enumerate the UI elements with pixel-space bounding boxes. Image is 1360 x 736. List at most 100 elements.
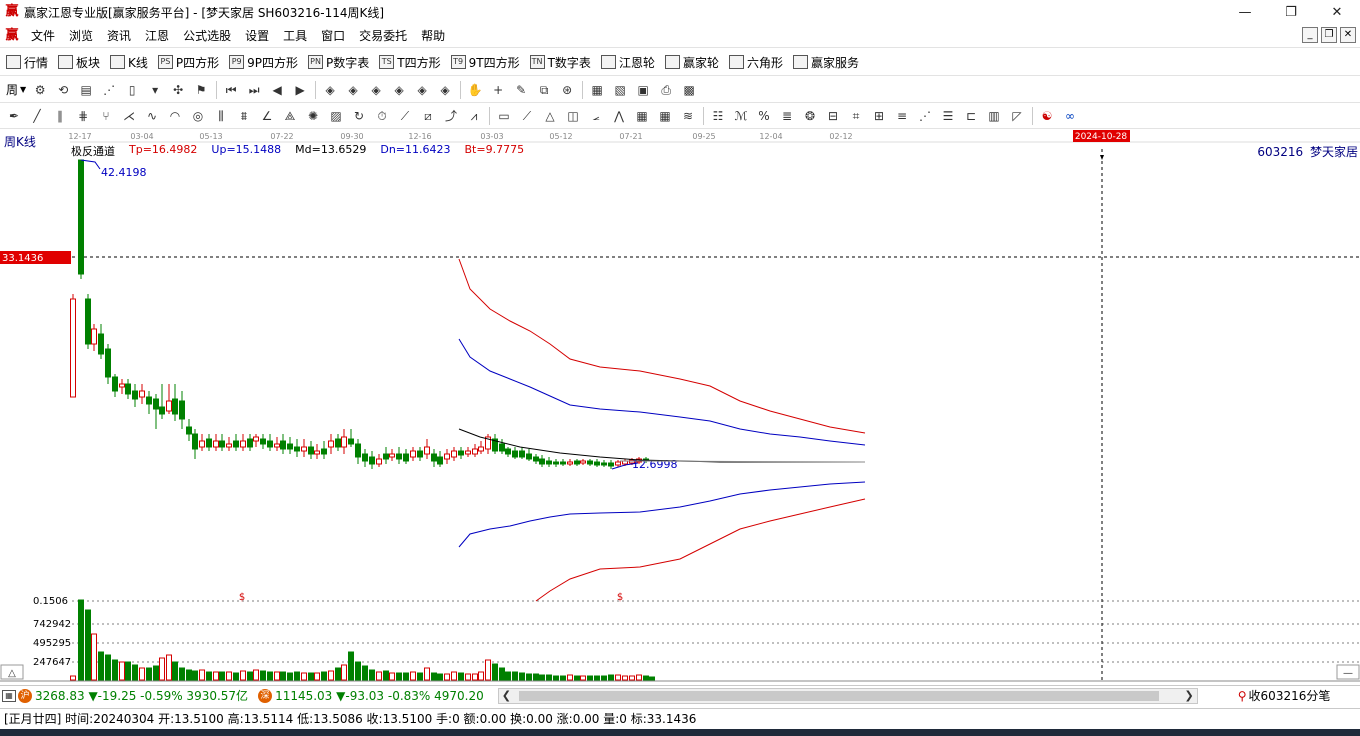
toolbar-spiral-button[interactable]: 江恩轮 — [600, 54, 655, 71]
gann-hatch-icon[interactable]: ▥ — [986, 108, 1002, 124]
diamond6-icon[interactable]: ◈ — [437, 82, 453, 98]
time-icon[interactable]: ⏱ — [374, 108, 390, 124]
infinity-icon[interactable]: ∞ — [1062, 108, 1078, 124]
mdi-close-icon[interactable]: ✕ — [1340, 27, 1356, 43]
line-icon[interactable]: ╱ — [29, 108, 45, 124]
table-icon[interactable]: ☷ — [710, 108, 726, 124]
grid-lines-icon[interactable]: ⋕ — [75, 108, 91, 124]
channel-icon[interactable]: ⧄ — [420, 108, 436, 124]
pen-icon[interactable]: ✒ — [6, 108, 22, 124]
angle-line-icon[interactable]: ⦟ — [588, 108, 604, 124]
parallel-icon[interactable]: ∥ — [52, 108, 68, 124]
zoom-out-icon[interactable]: ▶ — [292, 82, 308, 98]
menu-formula-screen[interactable]: 公式选股 — [176, 27, 238, 44]
spiral-icon[interactable]: ✺ — [305, 108, 321, 124]
toolbar-wheel-button[interactable]: 赢家轮 — [664, 54, 719, 71]
gann-fan-icon[interactable]: ⟁ — [282, 108, 298, 124]
toolbar-kline-button[interactable]: K线 — [110, 54, 148, 71]
gann-box-icon[interactable]: ⊟ — [825, 108, 841, 124]
note-icon[interactable]: ▧ — [612, 82, 628, 98]
coin-icon[interactable]: ❂ — [802, 108, 818, 124]
period-dropdown[interactable]: 周 ▼ — [6, 81, 26, 98]
toolbar-t9-button[interactable]: T9 9T四方形 — [450, 54, 520, 71]
close-icon[interactable]: ✕ — [1314, 0, 1360, 24]
gann-ladder-icon[interactable]: ☰ — [940, 108, 956, 124]
diamond3-icon[interactable]: ◈ — [368, 82, 384, 98]
sh-index[interactable]: 沪 3268.83 ▼-19.25 -0.59% 3930.57亿 — [18, 687, 248, 704]
blocks-icon[interactable]: ⧉ — [536, 82, 552, 98]
toolbar-hexagon-button[interactable]: 六角形 — [728, 54, 783, 71]
trend-icon[interactable]: ⤴ — [443, 108, 459, 124]
diamond2-icon[interactable]: ◈ — [345, 82, 361, 98]
minimize-icon[interactable]: — — [1222, 0, 1268, 24]
globe-icon[interactable]: ⊛ — [559, 82, 575, 98]
rect-icon[interactable]: ▭ — [496, 108, 512, 124]
bars-icon[interactable]: ⫼ — [213, 108, 229, 124]
toolbar-pn-button[interactable]: PN P数字表 — [308, 54, 369, 71]
save-icon[interactable]: ▣ — [635, 82, 651, 98]
grid-icon[interactable]: ▦ — [2, 689, 16, 702]
fork-icon[interactable]: ⑂ — [98, 108, 114, 124]
horizontal-scrollbar[interactable]: ❮ ❯ — [497, 687, 1198, 704]
menu-settings[interactable]: 设置 — [238, 27, 276, 44]
fib-icon[interactable]: ⩩ — [236, 108, 252, 124]
fan-lines-icon[interactable]: ⋌ — [121, 108, 137, 124]
grid2-icon[interactable]: ▩ — [681, 82, 697, 98]
hatch-icon[interactable]: ≋ — [680, 108, 696, 124]
crosshair-icon[interactable]: ✣ — [170, 82, 186, 98]
first-icon[interactable]: ⏮ — [223, 82, 239, 98]
gann-grid-icon[interactable]: ⌗ — [848, 108, 864, 124]
toolbar-ts-button[interactable]: TS T四方形 — [379, 54, 441, 71]
calendar-icon[interactable]: ▦ — [589, 82, 605, 98]
pencil-icon[interactable]: ✎ — [513, 82, 529, 98]
ray-icon[interactable]: ⟋ — [397, 108, 413, 124]
triangle-icon[interactable]: △ — [542, 108, 558, 124]
dropdown-icon[interactable]: ▾ — [147, 82, 163, 98]
menu-trade[interactable]: 交易委托 — [352, 27, 414, 44]
kline-chart[interactable]: 12-17 03-04 05-13 07-22 09-30 12-16 03-03 05-12… — [0, 129, 1360, 682]
toolbar-grid-button[interactable]: 行情 — [6, 54, 48, 71]
mdi-minimize-icon[interactable]: _ — [1302, 27, 1318, 43]
candle-icon[interactable]: ▯ — [124, 82, 140, 98]
mdi-restore-icon[interactable]: ❐ — [1321, 27, 1337, 43]
percent-icon[interactable]: % — [756, 108, 772, 124]
gann-lines-icon[interactable]: ≡ — [894, 108, 910, 124]
menu-file[interactable]: 文件 — [24, 27, 62, 44]
arc-icon[interactable]: ◠ — [167, 108, 183, 124]
chart-area[interactable]: 12-17 03-04 05-13 07-22 09-30 12-16 03-03 05-12… — [0, 129, 1360, 682]
diamond5-icon[interactable]: ◈ — [414, 82, 430, 98]
toolbar-p9-button[interactable]: P9 9P四方形 — [229, 54, 298, 71]
restore-icon[interactable]: ❐ — [1268, 0, 1314, 24]
flag-icon[interactable]: ⚑ — [193, 82, 209, 98]
cross-icon[interactable]: + — [490, 82, 506, 98]
menu-news[interactable]: 资讯 — [100, 27, 138, 44]
circle-icon[interactable]: ◎ — [190, 108, 206, 124]
scroll-right-icon[interactable]: ❯ — [1185, 689, 1194, 703]
wave-icon[interactable]: ∿ — [144, 108, 160, 124]
zig-icon[interactable]: ⋀ — [611, 108, 627, 124]
history-icon[interactable]: ⟲ — [55, 82, 71, 98]
scroll-left-icon[interactable]: ❮ — [502, 689, 511, 703]
grid-box2-icon[interactable]: ▦ — [657, 108, 673, 124]
grid-box-icon[interactable]: ▦ — [634, 108, 650, 124]
menu-help[interactable]: 帮助 — [414, 27, 452, 44]
angle-icon[interactable]: ∠ — [259, 108, 275, 124]
tick-data-button[interactable]: ⚲ 收603216分笔 — [1238, 687, 1331, 704]
settings-icon[interactable]: ⚙ — [32, 82, 48, 98]
box-icon[interactable]: ▨ — [328, 108, 344, 124]
menu-gann[interactable]: 江恩 — [138, 27, 176, 44]
hand-icon[interactable]: ✋ — [467, 82, 483, 98]
print-icon[interactable]: ⎙ — [658, 82, 674, 98]
toolbar-ps-button[interactable]: PS P四方形 — [157, 54, 219, 71]
menu-browse[interactable]: 浏览 — [62, 27, 100, 44]
diamond1-icon[interactable]: ◈ — [322, 82, 338, 98]
zigzag-icon[interactable]: ⩘ — [466, 108, 482, 124]
fan-line-icon[interactable]: ⟋ — [519, 108, 535, 124]
gann-step-icon[interactable]: ⊏ — [963, 108, 979, 124]
scroll-thumb[interactable] — [518, 690, 1159, 701]
menu-window[interactable]: 窗口 — [314, 27, 352, 44]
last-icon[interactable]: ⏭ — [246, 82, 262, 98]
square-icon[interactable]: ◫ — [565, 108, 581, 124]
fib-line-icon[interactable]: ≣ — [779, 108, 795, 124]
toolbar-blocks-button[interactable]: 板块 — [58, 54, 100, 71]
